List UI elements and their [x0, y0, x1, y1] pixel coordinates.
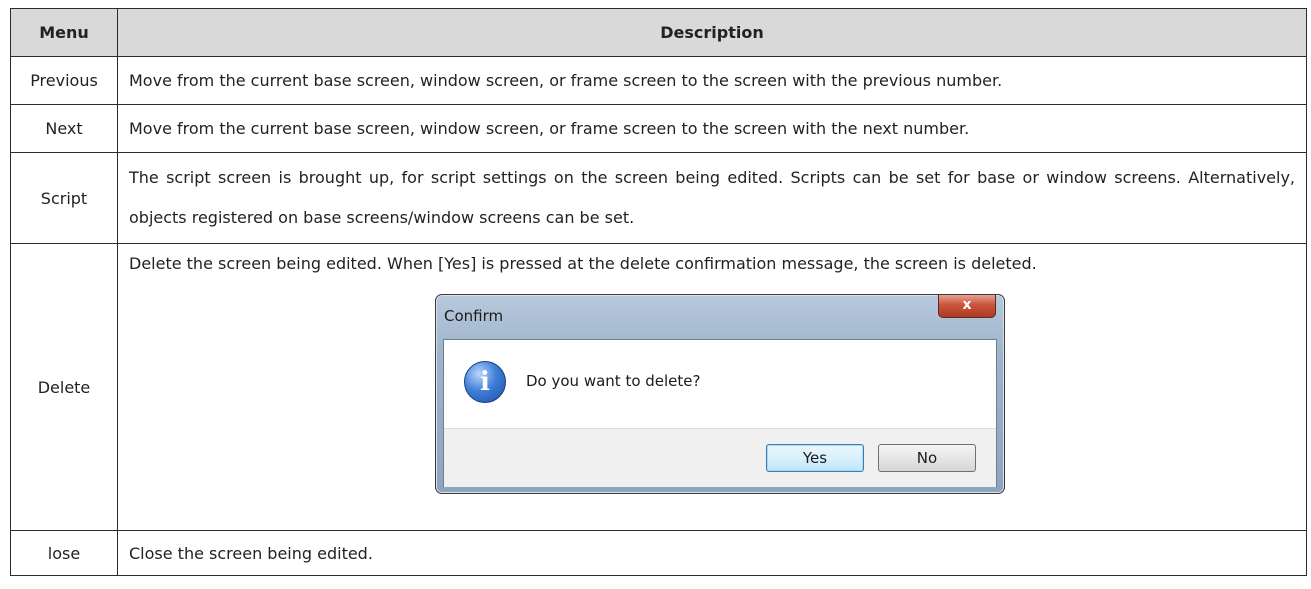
- header-description: Description: [117, 8, 1307, 57]
- confirm-dialog: Confirm x i Do you want to delete? Yes N…: [435, 294, 1005, 494]
- table-row: Script The script screen is brought up, …: [10, 152, 1307, 244]
- menu-previous: Previous: [10, 56, 118, 105]
- menu-next: Next: [10, 104, 118, 153]
- header-menu: Menu: [10, 8, 118, 57]
- description-previous: Move from the current base screen, windo…: [117, 56, 1307, 105]
- menu-delete: Delete: [10, 243, 118, 531]
- description-delete: Delete the screen being edited. When [Ye…: [129, 254, 1037, 273]
- yes-button[interactable]: Yes: [766, 444, 864, 472]
- dialog-body: i Do you want to delete? Yes No: [443, 339, 997, 487]
- table-row: Delete Delete the screen being edited. W…: [10, 243, 1307, 531]
- no-button[interactable]: No: [878, 444, 976, 472]
- description-script: The script screen is brought up, for scr…: [117, 152, 1307, 244]
- description-next: Move from the current base screen, windo…: [117, 104, 1307, 153]
- button-area: Yes No: [444, 428, 996, 487]
- dialog-illustration: Confirm x i Do you want to delete? Yes N…: [129, 276, 1295, 530]
- close-icon: x: [962, 297, 972, 313]
- message-area: i Do you want to delete?: [444, 340, 996, 428]
- close-button[interactable]: x: [938, 295, 996, 318]
- table-header-row: Menu Description: [10, 8, 1307, 57]
- menu-description-table: Menu Description Previous Move from the …: [10, 8, 1307, 576]
- table-row: Previous Move from the current base scre…: [10, 56, 1307, 105]
- dialog-title: Confirm: [444, 307, 504, 325]
- table-row: Next Move from the current base screen, …: [10, 104, 1307, 153]
- menu-script: Script: [10, 152, 118, 244]
- table-row: lose Close the screen being edited.: [10, 530, 1307, 576]
- dialog-message: Do you want to delete?: [526, 372, 701, 390]
- info-icon: i: [464, 361, 506, 403]
- description-delete-cell: Delete the screen being edited. When [Ye…: [117, 243, 1307, 531]
- description-close: Close the screen being edited.: [117, 530, 1307, 576]
- menu-close: lose: [10, 530, 118, 576]
